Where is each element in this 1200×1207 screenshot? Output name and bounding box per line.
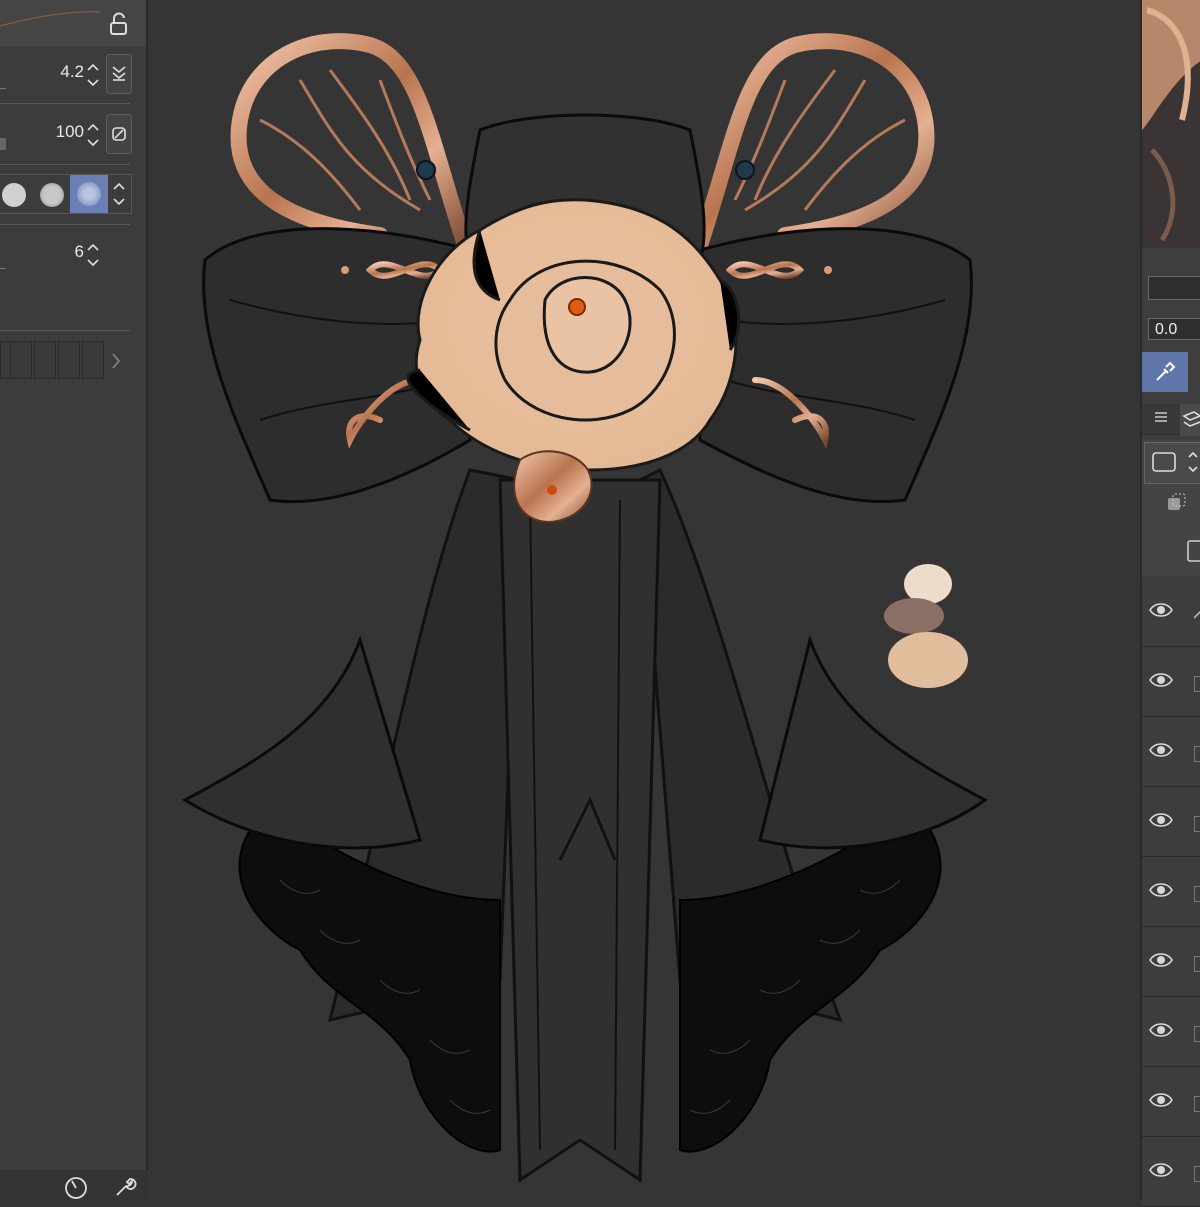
layer-row[interactable] [1142,718,1200,787]
menu-icon[interactable] [1154,410,1168,429]
tool-panel-footer [0,1170,148,1200]
tool-property-panel: 4.2 100 6 [0,0,148,1200]
pressure-opacity-icon[interactable] [106,114,132,154]
layer-thumbnail[interactable] [1194,816,1200,832]
eye-icon[interactable] [1148,740,1174,765]
brush-tip-spinner[interactable] [112,179,126,214]
wrench-icon[interactable] [112,1174,138,1205]
eye-icon[interactable] [1148,950,1174,975]
brush-size-value[interactable]: 4.2 [60,62,84,82]
layer-row[interactable] [1142,578,1200,647]
layer-thumbnail[interactable] [1194,1026,1200,1042]
brush-tip-shape-selector [0,174,132,214]
eye-icon[interactable] [1148,600,1174,625]
eye-icon[interactable] [1148,1090,1174,1115]
layer-thumbnail[interactable] [1194,886,1200,902]
layer-tools [1142,440,1200,576]
eye-icon[interactable] [1148,810,1174,835]
color-swatch-blobs [884,564,968,688]
opacity-value[interactable]: 100 [56,122,84,142]
brush-tip-medium[interactable] [40,183,64,207]
brush-size-row: 4.2 [0,54,146,94]
navigator-thumbnail[interactable] [1142,0,1200,248]
small-gold-rose [513,450,593,524]
hardness-spinner[interactable] [86,240,100,275]
layer-thumbnail[interactable] [1194,1166,1200,1182]
layer-row[interactable] [1142,858,1200,927]
layer-opacity-input[interactable]: 0.0 [1148,318,1200,340]
drawing-canvas[interactable] [150,0,1140,1200]
layer-row[interactable] [1142,928,1200,997]
timer-dial-icon[interactable] [64,1176,88,1205]
opacity-row: 100 [0,114,146,154]
layer-row[interactable] [1142,648,1200,717]
tool-property-header [0,0,146,46]
layer-thumbnail[interactable] [1194,676,1200,692]
hardness-value[interactable]: 6 [75,242,84,262]
blend-mode-select[interactable] [1148,276,1200,300]
brush-size-spinner[interactable] [86,60,100,95]
layer-row[interactable] [1142,788,1200,857]
pressure-size-icon[interactable] [106,54,132,94]
layer-panel: 0.0 [1140,0,1200,1207]
bow-illustration [181,33,988,1183]
new-layer-icon[interactable] [1186,538,1200,569]
layer-row[interactable] [1142,998,1200,1067]
layer-type-selector[interactable] [1144,442,1200,484]
brush-preset-slot[interactable] [82,341,104,379]
copy-layer-icon[interactable] [1166,492,1188,519]
brush-preset-slot[interactable] [10,341,32,379]
chevron-right-icon[interactable] [110,351,122,376]
hardness-row: 6 [0,234,146,274]
layer-row[interactable] [1142,1138,1200,1207]
eye-icon[interactable] [1148,670,1174,695]
opacity-spinner[interactable] [86,120,100,155]
brush-preset-slot[interactable] [34,341,56,379]
layers-tab-icon[interactable] [1180,404,1200,436]
eyedropper-icon[interactable] [1142,352,1188,392]
layer-row[interactable] [1142,1068,1200,1137]
eye-icon[interactable] [1148,1020,1174,1045]
layer-thumbnail[interactable] [1194,1096,1200,1112]
eye-icon[interactable] [1148,1160,1174,1185]
brush-preset-slot[interactable] [58,341,80,379]
eye-icon[interactable] [1148,880,1174,905]
unlock-icon[interactable] [108,12,130,41]
brush-tip-hard[interactable] [2,183,26,207]
pencil-icon[interactable] [1193,606,1200,620]
layer-thumbnail[interactable] [1194,746,1200,762]
brush-tip-soft-selected[interactable] [70,175,108,213]
layer-thumbnail[interactable] [1194,956,1200,972]
